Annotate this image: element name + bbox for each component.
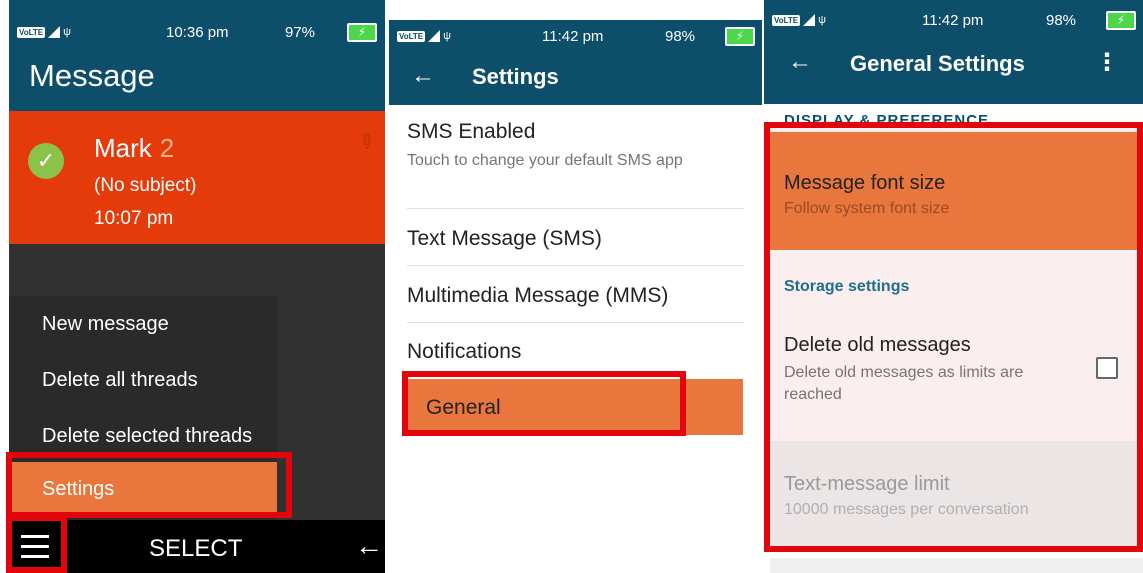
divider [407,208,744,209]
status-bar: VoLTE ψ 11:42 pm 98% ⚡ [389,14,762,58]
menu-icon[interactable] [21,535,49,559]
general-item[interactable]: General [407,379,743,435]
network-icon: VoLTE ψ [397,30,451,42]
battery-level: 98% [665,27,696,45]
status-bar: VoLTE ψ 10:36 pm 97% ⚡ [9,10,385,54]
options-menu: New message Delete all threads Delete se… [9,296,277,520]
delete-old-messages-checkbox[interactable] [1096,357,1118,379]
battery-level: 97% [285,23,316,41]
back-arrow-icon[interactable]: ← [788,48,812,76]
battery-level: 98% [1046,11,1077,29]
status-bar: VoLTE ψ 11:42 pm 98% ⚡ [764,0,1143,42]
battery-icon: ⚡ [1106,10,1136,30]
general-settings-screen: VoLTE ψ 11:42 pm 98% ⚡ ← General Settings… [764,0,1143,573]
sms-enabled-subtitle: Touch to change your default SMS app [407,152,683,169]
message-screen: VoLTE ψ 10:36 pm 97% ⚡ Message ✓ Mark 2 (N… [9,0,385,573]
divider [407,322,744,323]
delete-old-title: Delete old messages [784,334,971,356]
battery-icon: ⚡ [347,22,377,42]
menu-item-settings[interactable]: Settings [9,462,277,518]
thread-time: 10:07 pm [94,208,174,229]
notifications-item[interactable]: Notifications [407,340,744,364]
text-limit-subtitle: 10000 messages per conversation [784,501,1029,518]
font-size-title: Message font size [784,172,946,194]
more-options-icon[interactable]: ⋮ [1095,48,1119,77]
page-title: Settings [472,64,559,89]
network-icon: VoLTE ψ [772,14,826,26]
thread-contact: Mark 2 [94,133,175,163]
network-icon: VoLTE ψ [17,26,71,38]
app-header: VoLTE ψ 11:42 pm 98% ⚡ ← General Settings… [764,0,1143,104]
menu-item-settings-label: Settings [42,478,115,500]
back-arrow-icon[interactable]: ← [411,62,435,90]
app-header: VoLTE ψ 10:36 pm 97% ⚡ Message [9,0,385,111]
page-title: General Settings [850,51,1025,76]
section-storage-settings: Storage settings [784,278,910,295]
message-font-size-item[interactable]: Message font size Follow system font siz… [770,132,1143,250]
divider [407,265,744,266]
menu-item-delete-selected-threads[interactable]: Delete selected threads [42,425,252,448]
menu-item-new-message[interactable]: New message [42,313,169,336]
bottom-bar: SELECT ← [9,520,385,573]
status-time: 10:36 pm [166,23,229,41]
multimedia-message-label: Multimedia Message (MMS) [407,284,669,307]
text-message-item[interactable]: Text Message (SMS) [407,227,744,251]
text-message-label: Text Message (SMS) [407,227,602,250]
thread-item[interactable]: ✓ Mark 2 (No subject) 10:07 pm ✎ [9,111,385,244]
back-arrow-icon[interactable]: ← [355,530,383,562]
menu-item-delete-all-threads[interactable]: Delete all threads [42,369,198,392]
thread-count: 2 [159,133,175,163]
multimedia-message-item[interactable]: Multimedia Message (MMS) [407,284,744,308]
select-button[interactable]: SELECT [149,535,242,563]
text-limit-title: Text-message limit [784,473,950,495]
font-size-subtitle: Follow system font size [784,200,950,217]
check-icon: ✓ [28,143,64,179]
page-title: Message [29,58,155,93]
battery-icon: ⚡ [725,26,755,46]
settings-screen: VoLTE ψ 11:42 pm 98% ⚡ ← Settings SMS Ena… [389,0,762,573]
sms-enabled-item[interactable]: SMS Enabled Touch to change your default… [407,120,744,172]
status-time: 11:42 pm [542,27,604,45]
app-header: VoLTE ψ 11:42 pm 98% ⚡ ← Settings [389,20,762,105]
attachment-icon: ✎ [352,128,380,156]
notifications-label: Notifications [407,340,522,363]
status-time: 11:42 pm [922,11,984,29]
delete-old-subtitle: Delete old messages as limits are reache… [784,364,1024,403]
thread-subject: (No subject) [94,175,197,196]
next-item-partial [770,558,1143,573]
sms-enabled-title: SMS Enabled [407,120,536,143]
text-message-limit-item[interactable]: Text-message limit 10000 messages per co… [770,441,1143,546]
general-label: General [426,396,501,419]
